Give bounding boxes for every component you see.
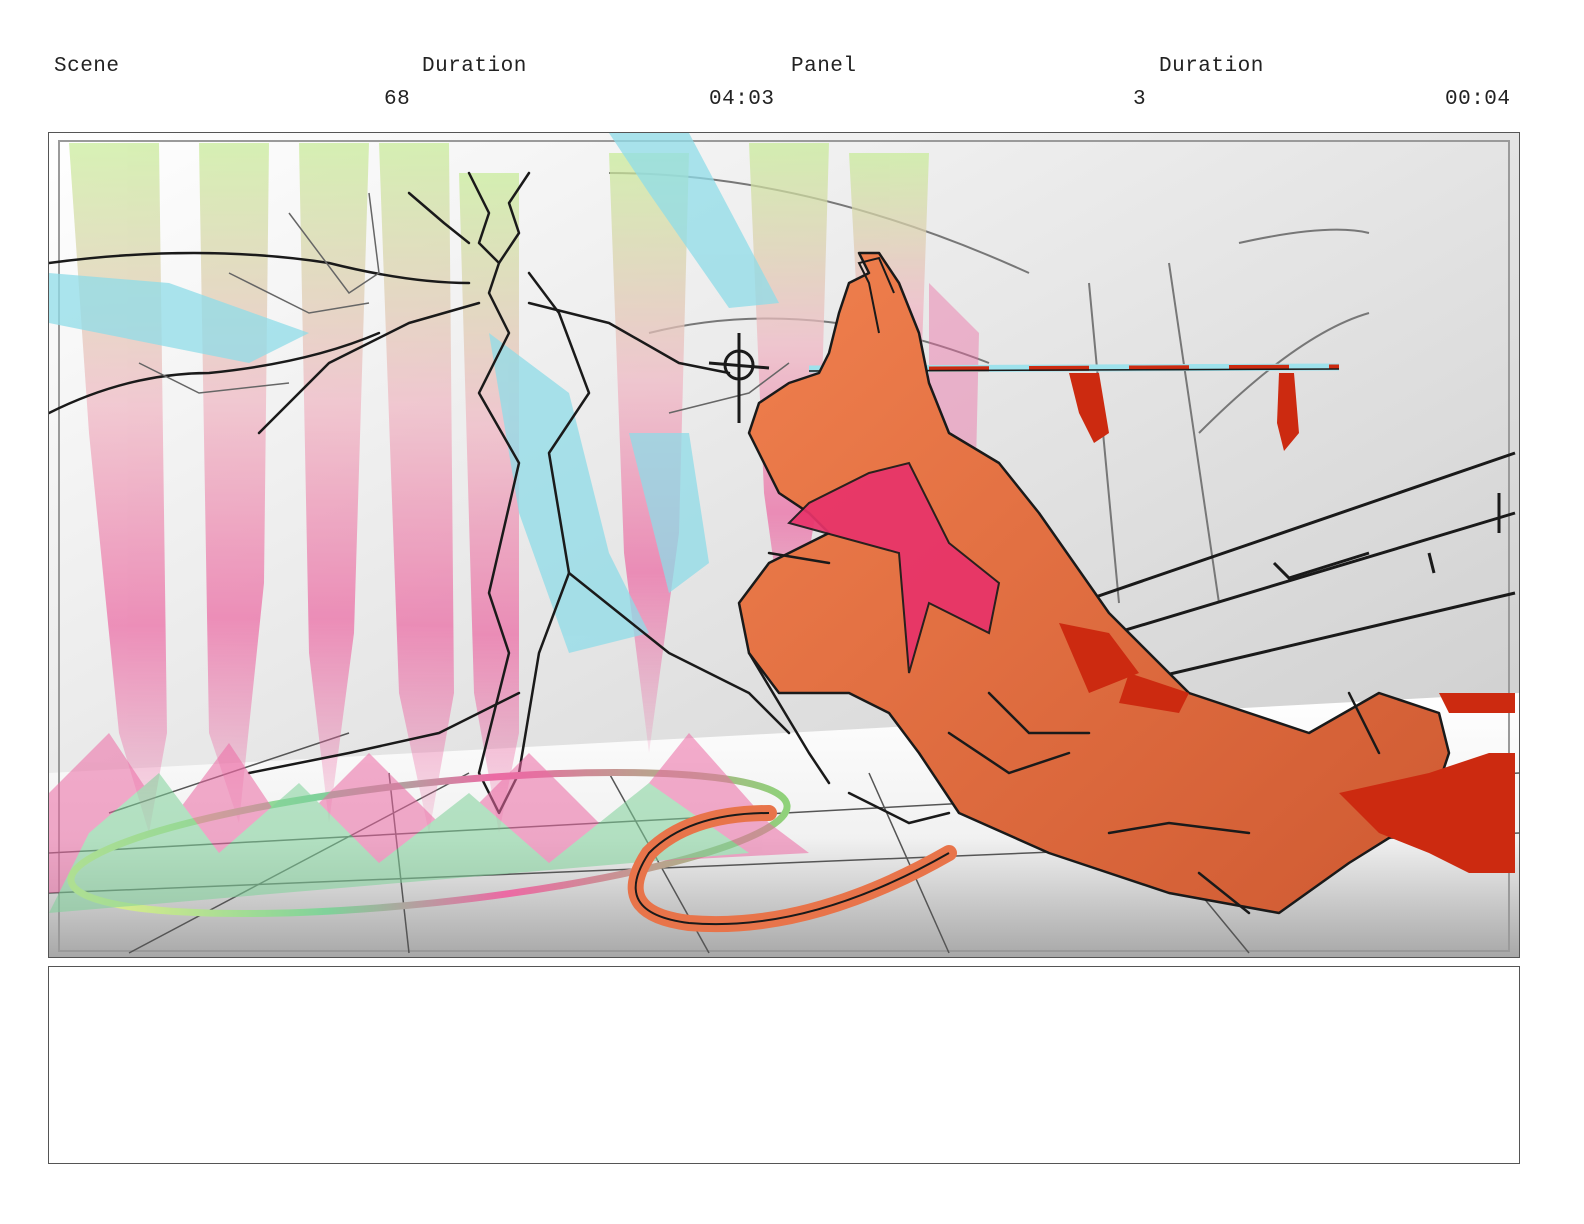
scene-number: 68	[384, 88, 411, 111]
scene-label: Scene	[54, 55, 120, 78]
scene-duration-label: Duration	[422, 55, 527, 78]
panel-duration: 00:04	[1445, 88, 1511, 111]
panel-duration-label: Duration	[1159, 55, 1264, 78]
panel-label: Panel	[791, 55, 857, 78]
storyboard-panel	[48, 132, 1520, 958]
scene-duration: 04:03	[709, 88, 775, 111]
storyboard-illustration	[49, 133, 1519, 957]
notes-box	[48, 966, 1520, 1164]
panel-number: 3	[1133, 88, 1147, 111]
